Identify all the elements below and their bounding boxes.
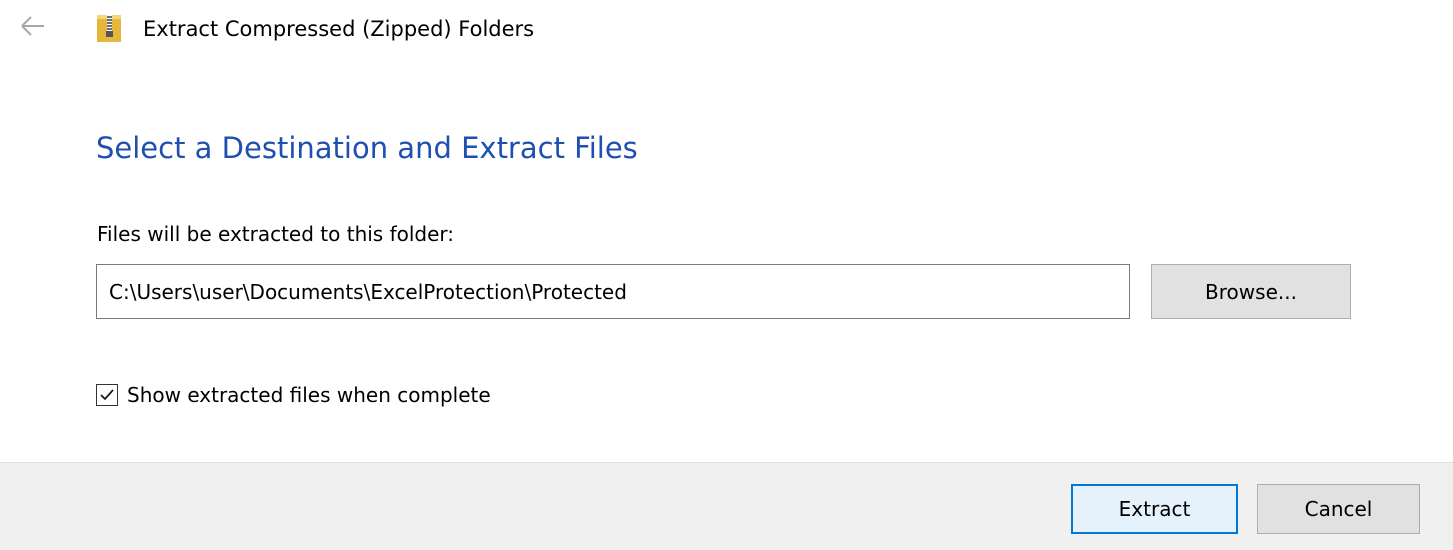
show-files-checkbox[interactable] [96, 384, 118, 406]
page-heading: Select a Destination and Extract Files [96, 131, 638, 165]
dialog-footer: Extract Cancel [0, 462, 1453, 550]
show-files-label: Show extracted files when complete [127, 383, 491, 407]
cancel-button[interactable]: Cancel [1257, 484, 1420, 534]
extract-button[interactable]: Extract [1071, 484, 1238, 534]
checkmark-icon [100, 389, 114, 401]
destination-label: Files will be extracted to this folder: [97, 222, 455, 246]
show-files-checkbox-row[interactable]: Show extracted files when complete [96, 380, 491, 410]
browse-button[interactable]: Browse... [1151, 264, 1351, 319]
zipped-folder-icon [97, 13, 121, 43]
window-title: Extract Compressed (Zipped) Folders [143, 17, 535, 41]
back-arrow-icon[interactable] [20, 14, 46, 38]
destination-path-input[interactable] [96, 264, 1130, 319]
